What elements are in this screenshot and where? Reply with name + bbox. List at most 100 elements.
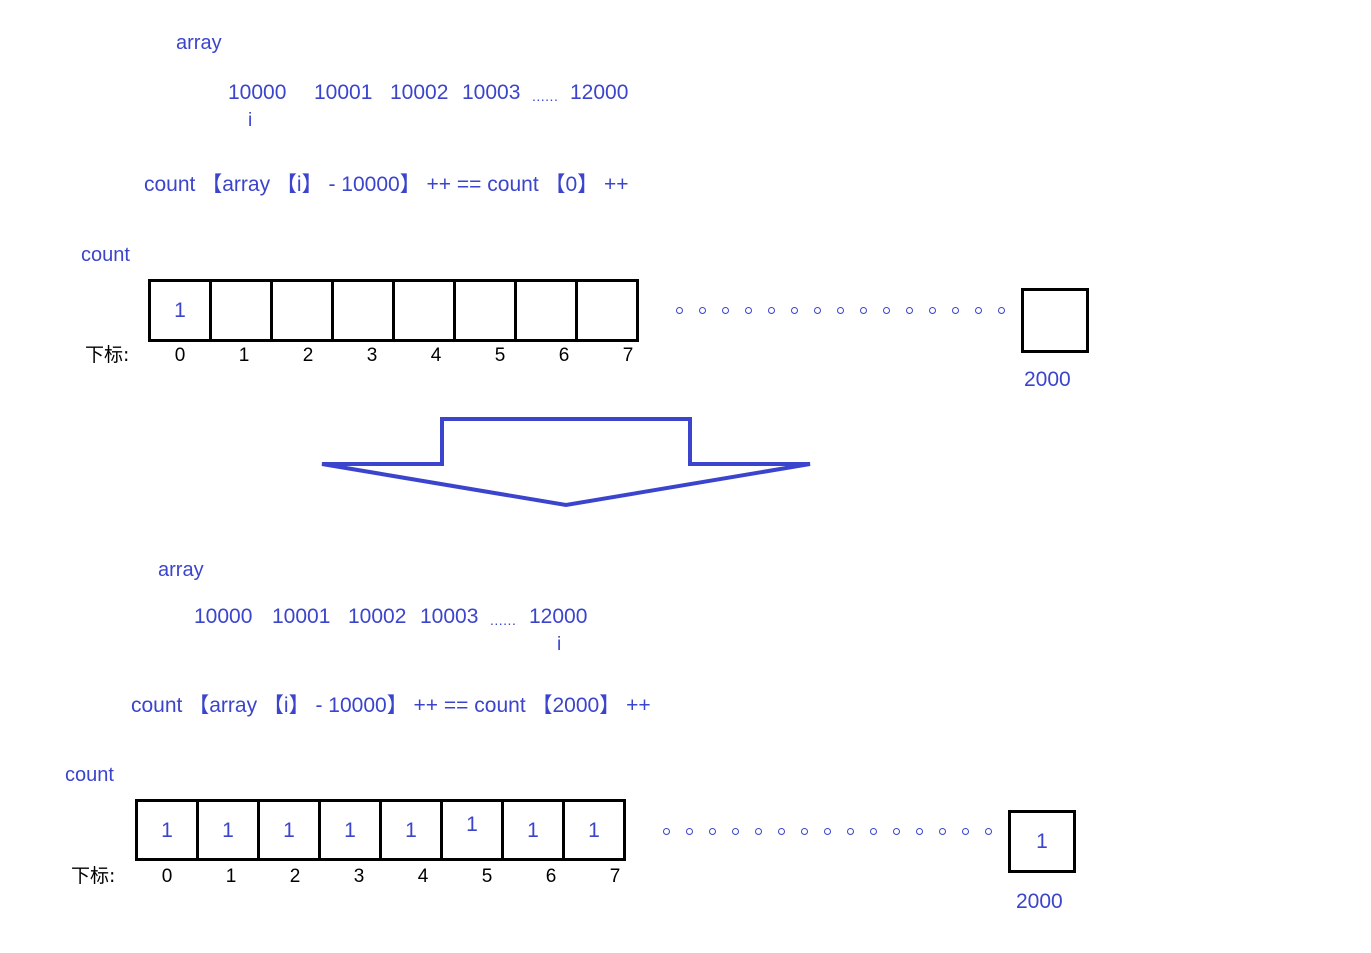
bottom-formula-close-bracket-2: 】 [288, 694, 310, 717]
bottom-array-label: array [158, 559, 204, 581]
dot-icon [801, 828, 808, 835]
bottom-index-row-label: 下标: [71, 865, 116, 887]
top-formula-equals: == [456, 173, 482, 196]
bottom-count-index-4: 4 [417, 866, 429, 887]
bottom-count-cell-3[interactable]: 1 [318, 799, 382, 861]
top-formula-offset: 10000 [341, 173, 400, 196]
top-formula-index: 0 [565, 173, 578, 196]
bottom-count-cell-6[interactable]: 1 [501, 799, 565, 861]
top-array-value-3: 10003 [462, 81, 521, 104]
top-count-index-4: 4 [430, 345, 442, 366]
top-count-array: 1 [148, 279, 639, 342]
dot-icon [709, 828, 716, 835]
dot-icon [663, 828, 670, 835]
bottom-formula-count-1: count [131, 694, 183, 717]
top-formula-close-bracket-2: 】 [301, 173, 323, 196]
down-arrow [318, 412, 818, 512]
bottom-count-cell-last[interactable]: 1 [1008, 810, 1076, 873]
dot-icon [791, 307, 798, 314]
top-count-index-last: 2000 [1024, 368, 1071, 391]
bottom-formula-index: 2000 [552, 694, 600, 717]
top-count-index-1: 1 [238, 345, 250, 366]
bottom-array-value-0: 10000 [194, 605, 253, 628]
bottom-count-index-3: 3 [353, 866, 365, 887]
bottom-formula-close-bracket-1: 】 [386, 694, 408, 717]
bottom-count-cell-value-5: 1 [466, 813, 478, 836]
top-formula-close-bracket-3: 】 [577, 173, 599, 196]
dot-icon [686, 828, 693, 835]
bottom-formula-open-bracket-1: 【 [188, 694, 210, 717]
dot-icon [883, 307, 890, 314]
top-count-cell-7[interactable] [575, 279, 639, 342]
top-formula-count-2: count [487, 173, 539, 196]
dot-icon [847, 828, 854, 835]
dot-icon [906, 307, 913, 314]
bottom-count-cell-4[interactable]: 1 [379, 799, 443, 861]
top-array-value-1: 10001 [314, 81, 373, 104]
top-count-index-0: 0 [174, 345, 186, 366]
bottom-count-cell-value-0: 1 [161, 818, 173, 842]
top-count-label: count [81, 244, 130, 266]
top-array-last-value: 12000 [570, 81, 629, 104]
bottom-count-cell-7[interactable]: 1 [562, 799, 626, 861]
bottom-count-index-6: 6 [545, 866, 557, 887]
dot-icon [814, 307, 821, 314]
bottom-count-cell-value-7: 1 [588, 818, 600, 842]
bottom-count-cell-value-3: 1 [344, 818, 356, 842]
bottom-count-index-2: 2 [289, 866, 301, 887]
top-index-row-label: 下标: [85, 344, 130, 366]
dot-icon [745, 307, 752, 314]
top-dotted-connector [676, 307, 1028, 314]
top-count-index-7: 7 [622, 345, 634, 366]
top-count-cell-value-0: 1 [174, 299, 186, 322]
bottom-formula-offset: 10000 [328, 694, 387, 717]
bottom-count-label: count [65, 764, 114, 786]
dot-icon [962, 828, 969, 835]
top-count-cell-1[interactable] [209, 279, 273, 342]
bottom-array-value-1: 10001 [272, 605, 331, 628]
dot-icon [870, 828, 877, 835]
top-formula-open-bracket-2: 【 [275, 173, 297, 196]
bottom-count-cell-value-last: 1 [1036, 830, 1048, 853]
top-count-cell-6[interactable] [514, 279, 578, 342]
dot-icon [699, 307, 706, 314]
top-array-ellipsis: ...... [532, 88, 559, 104]
bottom-dotted-connector [663, 828, 1038, 835]
top-count-index-5: 5 [494, 345, 506, 366]
bottom-array-last-value: 12000 [529, 605, 588, 628]
dot-icon [939, 828, 946, 835]
bottom-count-cell-2[interactable]: 1 [257, 799, 321, 861]
bottom-formula-close-bracket-3: 】 [599, 694, 621, 717]
top-formula-increment-2: ++ [604, 173, 629, 196]
dot-icon [952, 307, 959, 314]
down-arrow-outline [321, 417, 811, 508]
top-count-cell-5[interactable] [453, 279, 517, 342]
top-count-cell-0[interactable]: 1 [148, 279, 212, 342]
top-array-value-0: 10000 [228, 81, 287, 104]
bottom-count-array: 1 1 1 1 1 1 1 1 [135, 799, 626, 861]
top-formula-count-1: count [144, 173, 196, 196]
dot-icon [732, 828, 739, 835]
bottom-count-cell-5[interactable]: 1 [440, 799, 504, 861]
bottom-count-cell-value-4: 1 [405, 818, 417, 842]
dot-icon [676, 307, 683, 314]
bottom-count-cell-value-2: 1 [283, 818, 295, 842]
bottom-count-cell-0[interactable]: 1 [135, 799, 199, 861]
top-formula-array: array [222, 173, 271, 196]
bottom-formula-count-2: count [474, 694, 526, 717]
top-count-cell-2[interactable] [270, 279, 334, 342]
bottom-count-cell-value-6: 1 [527, 818, 539, 842]
top-count-index-3: 3 [366, 345, 378, 366]
top-count-cell-3[interactable] [331, 279, 395, 342]
top-count-cell-last[interactable] [1021, 288, 1089, 353]
bottom-count-index-1: 1 [225, 866, 237, 887]
dot-icon [929, 307, 936, 314]
bottom-count-cell-1[interactable]: 1 [196, 799, 260, 861]
dot-icon [824, 828, 831, 835]
bottom-formula-increment-1: ++ [413, 694, 439, 717]
dot-icon [837, 307, 844, 314]
top-count-cell-4[interactable] [392, 279, 456, 342]
top-index-marker-i: i [248, 110, 253, 131]
bottom-array-value-2: 10002 [348, 605, 407, 628]
dot-icon [998, 307, 1005, 314]
